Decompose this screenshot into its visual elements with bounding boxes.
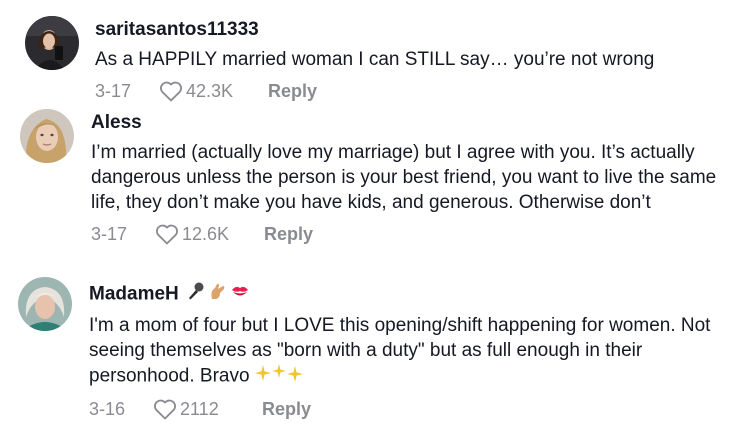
comment-meta: 3-17 12.6K Reply [91,221,731,247]
reply-button[interactable]: Reply [264,224,313,245]
avatar[interactable] [20,109,74,163]
microphone-icon [186,281,206,308]
comment-date: 3-16 [89,398,126,419]
username[interactable]: saritasantos11333 [95,18,735,42]
comment-meta: 3-16 2112 Reply [89,396,734,422]
comment-text: I’m married (actually love my marriage) … [91,142,717,213]
comment-body: Aless I’m married (actually love my marr… [91,111,731,247]
comment-date: 3-17 [91,223,128,244]
comment-text-body: I'm a mom of four but I LOVE this openin… [89,315,711,387]
like-button[interactable]: 12.6K [155,223,264,245]
comment-text: I'm a mom of four but I LOVE this openin… [89,313,734,390]
avatar[interactable] [25,16,79,70]
heart-icon[interactable] [159,80,183,102]
username-text: MadameH [89,283,179,305]
username[interactable]: Aless [91,111,731,135]
like-count: 12.6K [182,223,230,244]
heart-icon[interactable] [155,223,179,245]
reply-button[interactable]: Reply [262,399,311,420]
comment-body: saritasantos11333 As a HAPPILY married w… [95,18,735,104]
pinching-hand-icon [208,281,228,308]
heart-icon[interactable] [153,398,177,420]
like-count: 42.3K [186,80,234,101]
username[interactable]: MadameH [89,281,734,308]
avatar[interactable] [18,277,72,331]
like-count: 2112 [180,398,219,419]
comment-text: As a HAPPILY married woman I can STILL s… [95,49,655,70]
like-button[interactable]: 42.3K [159,80,268,102]
reply-button[interactable]: Reply [268,81,317,102]
comment-meta: 3-17 42.3K Reply [95,78,735,104]
kiss-mark-icon [230,281,250,308]
sparkles-icon [254,363,303,390]
like-button[interactable]: 2112 [153,398,262,420]
comment-date: 3-17 [95,80,132,101]
comment-body: MadameH I'm a mom of four but I LOVE thi… [89,281,734,422]
